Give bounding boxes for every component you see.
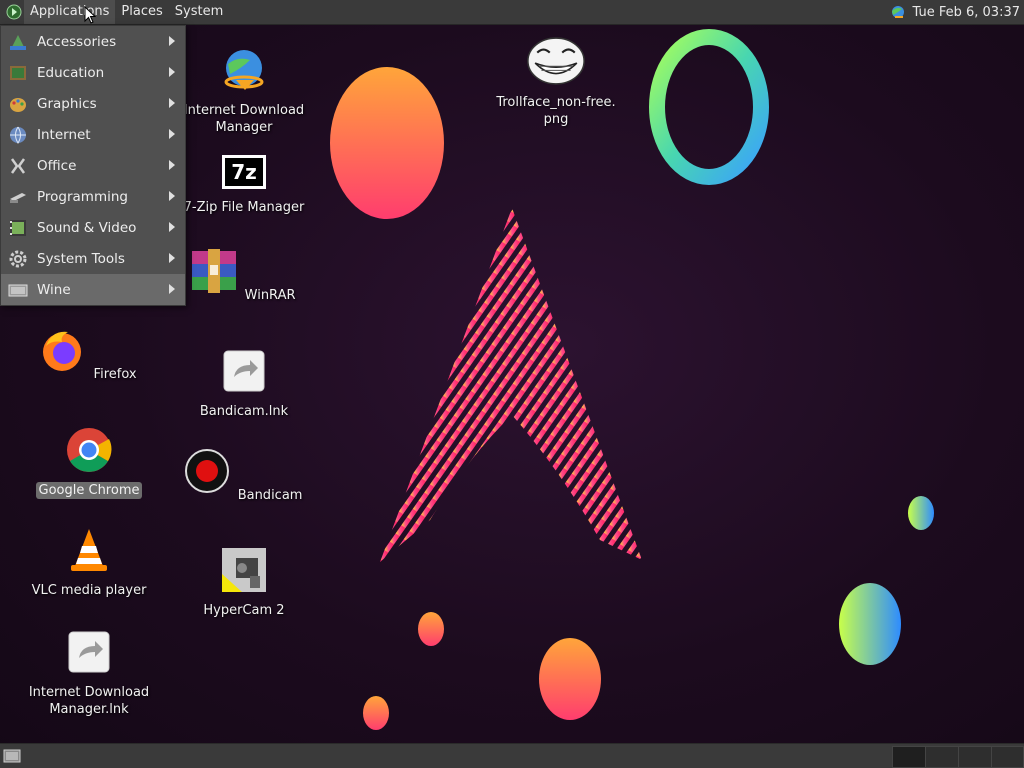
desktop-icon-internet-download-manager[interactable]: Internet Download Manager (179, 46, 309, 136)
submenu-arrow-icon (169, 253, 175, 263)
desktop-icon-vlc[interactable]: VLC media player (24, 526, 154, 599)
desktop-icon-winrar[interactable]: WinRAR (179, 247, 309, 304)
workspace-4[interactable] (991, 746, 1024, 768)
applications-menu[interactable]: Applications (24, 0, 116, 24)
submenu-arrow-icon (169, 67, 175, 77)
menu-item-label: Graphics (37, 95, 97, 112)
submenu-arrow-icon (169, 129, 175, 139)
desktop-icon-trollface-file[interactable]: Trollface_non-free. png (491, 36, 621, 128)
desktop-icon-label: HyperCam 2 (203, 603, 285, 618)
menu-item-internet[interactable]: Internet (1, 119, 185, 150)
menu-item-label: System Tools (37, 250, 125, 267)
menu-item-label: Sound & Video (37, 219, 137, 236)
submenu-arrow-icon (169, 191, 175, 201)
shortcut-icon (68, 631, 110, 673)
desktop-icon-label: WinRAR (244, 288, 296, 303)
places-menu[interactable]: Places (115, 0, 168, 24)
desktop-icon-label: 7-Zip File Manager (183, 200, 305, 215)
menu-item-office[interactable]: Office (1, 150, 185, 181)
menu-item-system-tools[interactable]: System Tools (1, 243, 185, 274)
applications-dropdown-menu: Accessories Education Graphics Internet … (0, 25, 186, 306)
desktop-icon-google-chrome[interactable]: Google Chrome (24, 426, 154, 499)
top-panel: Applications Places System Tue Feb 6, 03… (0, 0, 1024, 25)
submenu-arrow-icon (169, 284, 175, 294)
menu-item-label: Programming (37, 188, 128, 205)
desktop-icon-label: VLC media player (31, 583, 147, 598)
desktop-icon-label: Internet Download Manager (183, 103, 305, 135)
submenu-arrow-icon (169, 222, 175, 232)
clock[interactable]: Tue Feb 6, 03:37 (913, 5, 1021, 20)
desktop-icon-idm-shortcut[interactable]: Internet Download Manager.lnk (24, 628, 154, 718)
shortcut-icon (223, 350, 265, 392)
desktop-icon-label: Bandicam.lnk (199, 404, 289, 419)
7zip-glyph: 7z (231, 160, 257, 184)
clock-area: Tue Feb 6, 03:37 (889, 0, 1021, 24)
7zip-icon: 7z (222, 155, 266, 189)
bottom-panel (0, 743, 1024, 768)
winrar-icon (191, 249, 236, 293)
desktop-icon-firefox[interactable]: Firefox (24, 326, 154, 383)
hypercam-icon (222, 548, 266, 592)
menu-item-label: Office (37, 157, 77, 174)
show-desktop-icon[interactable] (3, 748, 21, 764)
sound-video-icon (10, 219, 26, 236)
workspace-2[interactable] (925, 746, 959, 768)
applications-menu-icon[interactable] (6, 4, 22, 20)
education-icon (10, 65, 26, 80)
menu-item-label: Wine (37, 281, 71, 298)
desktop-icon-label: Firefox (93, 367, 137, 382)
menu-item-wine[interactable]: Wine (1, 274, 185, 305)
accessories-icon (10, 34, 26, 50)
desktop-icon-7zip[interactable]: 7z 7-Zip File Manager (179, 147, 309, 216)
network-tray-icon[interactable] (889, 4, 907, 20)
submenu-arrow-icon (169, 160, 175, 170)
graphics-icon (10, 97, 26, 112)
menu-item-sound-video[interactable]: Sound & Video (1, 212, 185, 243)
desktop-icon-label: Internet Download Manager.lnk (28, 685, 150, 717)
mouse-cursor-icon (84, 6, 96, 24)
vlc-icon (71, 529, 107, 571)
office-icon (10, 157, 26, 174)
workspace-1[interactable] (892, 746, 926, 768)
workspace-3[interactable] (958, 746, 992, 768)
submenu-arrow-icon (169, 98, 175, 108)
menu-item-programming[interactable]: Programming (1, 181, 185, 212)
menu-item-label: Internet (37, 126, 91, 143)
desktop-icon-label: Google Chrome (35, 482, 143, 499)
desktop-icon-bandicam-shortcut[interactable]: Bandicam.lnk (179, 347, 309, 420)
menu-item-label: Accessories (37, 33, 117, 50)
menu-item-accessories[interactable]: Accessories (1, 26, 185, 57)
menu-item-label: Education (37, 64, 105, 81)
desktop-icon-label: Trollface_non-free. png (496, 95, 616, 127)
bandicam-icon (184, 449, 229, 493)
internet-globe-icon (10, 126, 26, 144)
desktop-icon-bandicam[interactable]: Bandicam (179, 447, 309, 504)
trollface-image-icon (527, 37, 585, 85)
programming-icon (10, 192, 26, 203)
system-tools-gear-icon (9, 250, 27, 267)
menu-item-graphics[interactable]: Graphics (1, 88, 185, 119)
submenu-arrow-icon (169, 36, 175, 46)
chrome-icon (67, 428, 112, 472)
system-menu[interactable]: System (169, 0, 229, 24)
wine-icon (8, 284, 28, 296)
idm-icon (224, 50, 264, 90)
desktop-icon-hypercam[interactable]: HyperCam 2 (179, 546, 309, 619)
menu-item-education[interactable]: Education (1, 57, 185, 88)
firefox-icon (43, 331, 82, 371)
desktop-icon-label: Bandicam (237, 488, 303, 503)
